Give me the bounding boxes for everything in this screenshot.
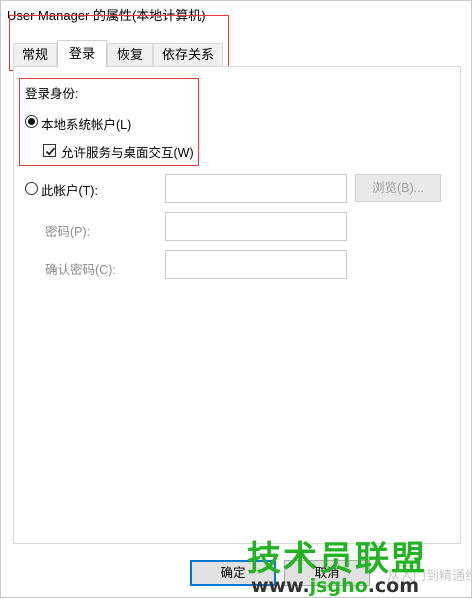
tab-logon[interactable]: 登录 [57, 40, 107, 68]
password-label: 密码(P): [45, 225, 91, 239]
confirm-password-label: 确认密码(C): [45, 263, 116, 277]
allow-desktop-label[interactable]: 允许服务与桌面交互(W) [61, 142, 194, 161]
password-field[interactable] [165, 212, 347, 241]
site-watermark: 从入门到精通经验 技术员联盟 www.jsgho.com [241, 531, 472, 598]
tab-dependencies[interactable]: 依存关系 [153, 43, 223, 67]
watermark-url-prefix: www. [251, 575, 310, 597]
tab-recovery[interactable]: 恢复 [107, 43, 153, 67]
local-system-label[interactable]: 本地系统帐户(L) [41, 114, 131, 133]
account-field[interactable] [165, 174, 347, 203]
tab-general[interactable]: 常规 [13, 43, 57, 67]
properties-dialog: User Manager 的属性(本地计算机) 常规 登录 恢复 依存关系 登录… [0, 0, 472, 598]
browse-button[interactable]: 浏览(B)... [355, 174, 441, 202]
logon-panel [13, 66, 461, 544]
logon-as-label: 登录身份: [25, 87, 79, 101]
watermark-url-suffix: .com [367, 575, 420, 597]
watermark-brand: 技术员联盟 [247, 539, 427, 579]
this-account-label[interactable]: 此帐户(T): [41, 180, 98, 199]
local-system-radio[interactable] [25, 115, 38, 128]
watermark-url-domain: jsgho [309, 575, 368, 597]
allow-desktop-checkbox[interactable] [43, 144, 56, 157]
watermark-url: www.jsgho.com [251, 575, 419, 597]
confirm-password-field[interactable] [165, 250, 347, 279]
window-title: User Manager 的属性(本地计算机) [7, 8, 206, 23]
this-account-radio[interactable] [25, 182, 38, 195]
checkmark-icon [45, 147, 56, 156]
